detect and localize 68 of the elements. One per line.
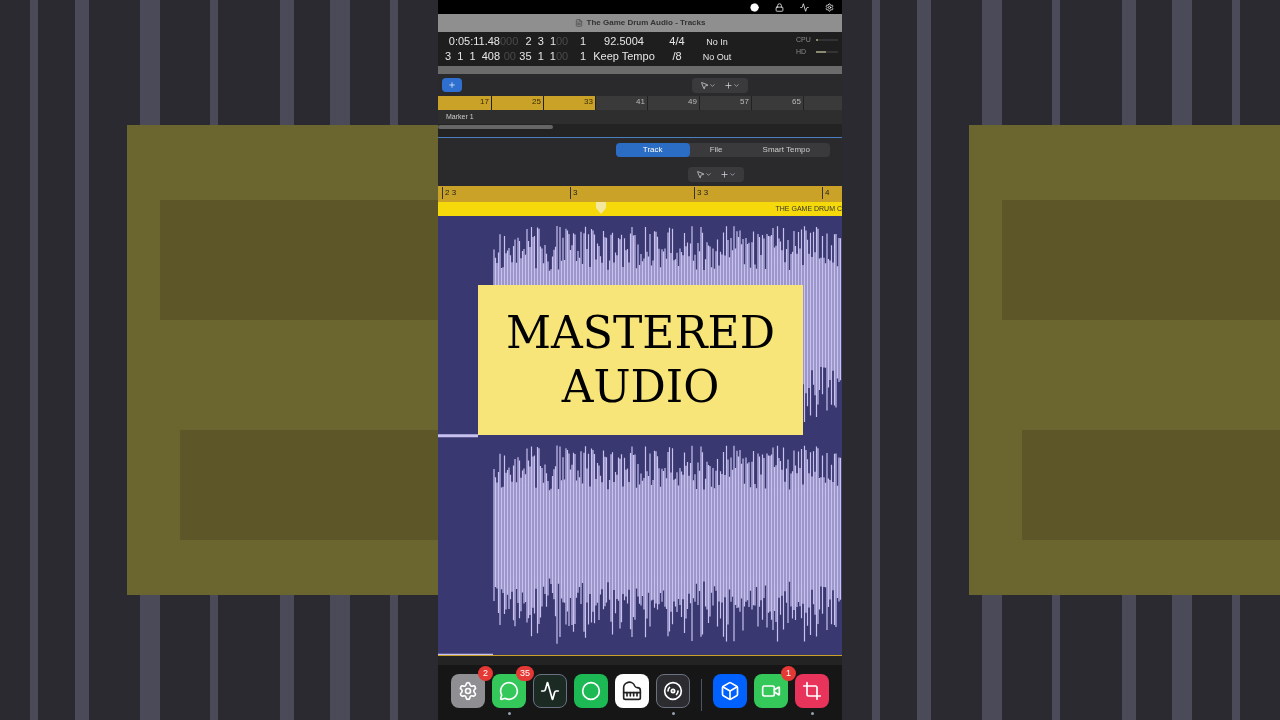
pointer-icon xyxy=(696,169,705,179)
tab[interactable]: Track xyxy=(615,143,690,157)
dock-app-icon[interactable] xyxy=(754,674,788,708)
lcd-readout: 35 1 1 xyxy=(518,49,556,63)
dock-app-icon[interactable] xyxy=(713,674,747,708)
lcd-readout: 0:05:11.48 xyxy=(447,34,500,48)
bar-number: 25 xyxy=(532,96,541,108)
beat-number: 3 xyxy=(570,187,578,199)
record-icon[interactable] xyxy=(750,2,759,12)
crosshair-icon xyxy=(720,169,729,179)
lcd-readout: 4/4 xyxy=(668,34,686,48)
bar-number: 57 xyxy=(740,96,749,108)
chat-bubble-icon xyxy=(499,681,519,701)
notification-badge: 1 xyxy=(781,666,796,681)
bar-number: 33 xyxy=(584,96,593,108)
lcd-readout: 000 xyxy=(500,34,516,48)
dock-app-icon[interactable] xyxy=(492,674,526,708)
disc-icon xyxy=(663,681,683,701)
window-title: The Game Drum Audio - Tracks xyxy=(586,17,706,29)
tab[interactable]: File xyxy=(689,143,743,157)
tool-picker[interactable] xyxy=(692,77,748,93)
scrollbar-thumb[interactable] xyxy=(438,125,553,129)
lcd-readout: Keep Tempo xyxy=(592,49,656,63)
lcd-readout: 2 3 1 xyxy=(524,34,556,48)
dock-app-icon[interactable] xyxy=(656,674,690,708)
piano-icon xyxy=(622,681,642,701)
gear-icon xyxy=(458,681,478,701)
document-icon xyxy=(574,19,583,27)
bar-number: 41 xyxy=(636,96,645,108)
lcd-readout: 1 xyxy=(578,49,586,63)
notification-badge: 35 xyxy=(516,666,534,681)
lock-icon[interactable] xyxy=(775,2,784,12)
lcd-readout: No Out xyxy=(701,51,733,64)
chevron-icon xyxy=(729,170,736,178)
crop-icon xyxy=(802,681,822,701)
lcd-readout: 1 xyxy=(578,34,586,48)
box-icon xyxy=(720,681,740,701)
beat-number: 4 xyxy=(822,187,830,199)
bar-number: 49 xyxy=(688,96,697,108)
dock-app-icon[interactable] xyxy=(615,674,649,708)
tab[interactable]: Smart Tempo xyxy=(742,143,830,157)
chevron-icon xyxy=(705,170,712,178)
lcd-readout: 3 1 1 408 xyxy=(443,49,500,63)
notification-badge: 2 xyxy=(478,666,493,681)
crosshair-icon xyxy=(724,80,733,90)
bar-number: 65 xyxy=(792,96,801,108)
chevron-icon xyxy=(733,81,740,89)
tool-picker[interactable] xyxy=(688,166,744,182)
caption-text: MASTERED xyxy=(506,306,775,360)
playhead-icon xyxy=(596,202,606,214)
lcd-readout: 00 xyxy=(556,49,568,63)
squiggle-icon[interactable] xyxy=(800,2,809,12)
dock-app-icon[interactable] xyxy=(533,674,567,708)
lcd-readout: 92.5004 xyxy=(603,34,645,48)
bar-number: 17 xyxy=(480,96,489,108)
dock-app-icon[interactable] xyxy=(451,674,485,708)
beat-number: 2 3 xyxy=(442,187,457,199)
snap-button[interactable] xyxy=(442,78,462,92)
dock-app-icon[interactable] xyxy=(574,674,608,708)
gear-icon[interactable] xyxy=(825,2,834,12)
lcd-readout: No In xyxy=(705,36,729,49)
dock-app-icon[interactable] xyxy=(795,674,829,708)
pointer-icon xyxy=(700,80,709,90)
beat-number: 3 3 xyxy=(694,187,709,199)
lcd-readout: /8 xyxy=(671,49,683,63)
chevron-icon xyxy=(709,81,716,89)
pulse-chart-icon xyxy=(540,681,560,701)
caption-text: AUDIO xyxy=(561,360,720,414)
